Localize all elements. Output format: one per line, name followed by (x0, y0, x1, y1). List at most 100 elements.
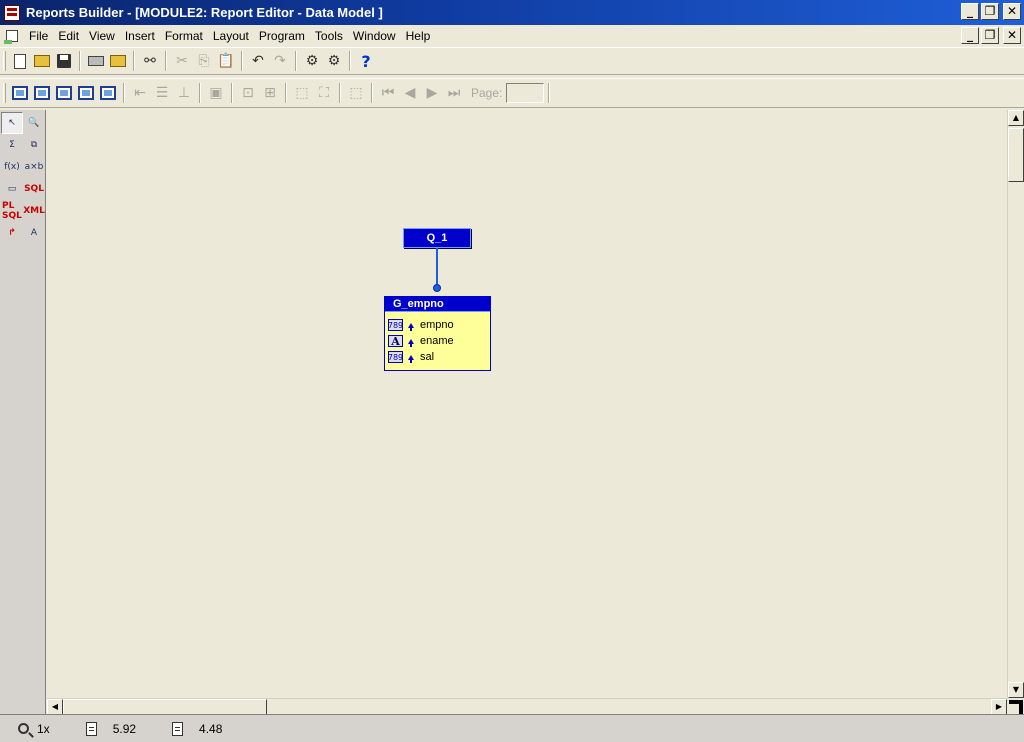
redo-button[interactable]: ↷ (269, 50, 291, 72)
minimize-button[interactable]: _ (961, 3, 979, 20)
open-button[interactable] (31, 50, 53, 72)
menu-window[interactable]: Window (348, 29, 401, 43)
x-position: 5.92 (112, 721, 137, 736)
number-column-icon: 789 (387, 319, 404, 331)
confine-button[interactable]: ⬚ (345, 82, 367, 104)
text-column-icon: A (388, 335, 403, 348)
mail-button[interactable] (107, 50, 129, 72)
align-bottom-button[interactable]: ⊥ (173, 82, 195, 104)
document-minimize-button[interactable]: _ (961, 27, 979, 44)
plsql-query-tool[interactable]: PL SQL (1, 200, 23, 222)
menu-layout[interactable]: Layout (208, 29, 254, 43)
page-number-input[interactable] (506, 83, 545, 103)
bring-to-front-button[interactable]: ▣ (205, 82, 227, 104)
align-left-button[interactable]: ⇤ (129, 82, 151, 104)
menu-program[interactable]: Program (254, 29, 310, 43)
toolbar-grip[interactable] (3, 51, 6, 71)
menu-format[interactable]: Format (160, 29, 208, 43)
magnify-tool[interactable]: 🔍 (23, 112, 45, 134)
sql-query-tool[interactable]: SQL (23, 178, 45, 200)
data-model-icon (12, 86, 28, 100)
size-objects-button[interactable]: ⛶ (313, 82, 335, 104)
help-button[interactable]: ? (355, 50, 377, 72)
scroll-right-button[interactable]: ▶ (991, 699, 1007, 715)
toolbar-separator (199, 83, 201, 103)
query-group-link[interactable] (436, 248, 438, 286)
print-button[interactable] (85, 50, 107, 72)
select-tool-icon: ↖ (8, 118, 16, 128)
scroll-up-button[interactable]: ▲ (1008, 110, 1024, 126)
document-close-button[interactable]: ✕ (1003, 27, 1021, 44)
frame-select-button[interactable]: ⬚ (291, 82, 313, 104)
web-source-view-button[interactable] (31, 82, 53, 104)
group-button[interactable]: ⊡ (237, 82, 259, 104)
group-column-row[interactable]: A ename (388, 333, 490, 349)
new-document-icon (14, 53, 26, 69)
paste-button[interactable]: 📋 (215, 50, 237, 72)
close-button[interactable]: ✕ (1003, 3, 1021, 20)
data-model-view-button[interactable] (9, 82, 31, 104)
previous-page-button[interactable]: ◀ (399, 82, 421, 104)
menu-help[interactable]: Help (401, 29, 436, 43)
paper-layout-view-button[interactable] (53, 82, 75, 104)
scroll-left-button[interactable]: ◀ (47, 699, 63, 715)
text-query-tool[interactable]: A (23, 222, 45, 244)
menu-file[interactable]: File (24, 29, 53, 43)
document-control-icon[interactable] (4, 28, 20, 44)
toolbar-separator (123, 83, 125, 103)
toolbar-grip[interactable] (3, 83, 6, 103)
last-page-button[interactable]: ⏭ (443, 82, 465, 104)
toolbar-separator (295, 51, 297, 71)
menu-view[interactable]: View (84, 29, 120, 43)
ref-cursor-tool[interactable]: ↱ (1, 222, 23, 244)
reports-builder-app-icon[interactable] (4, 4, 20, 21)
menu-insert[interactable]: Insert (120, 29, 160, 43)
horizontal-scrollbar[interactable]: ◀ ▶ (47, 698, 1007, 715)
align-center-button[interactable]: ☰ (151, 82, 173, 104)
paper-design-view-button[interactable] (75, 82, 97, 104)
link-anchor[interactable] (433, 284, 441, 292)
run-paper-design-button[interactable]: ⚙ (301, 50, 323, 72)
undo-button[interactable]: ↶ (247, 50, 269, 72)
vertical-scroll-thumb[interactable] (1008, 128, 1024, 182)
data-link-tool[interactable]: ⧉ (23, 134, 45, 156)
connect-button[interactable]: ⚯ (139, 50, 161, 72)
restore-button[interactable]: ❐ (981, 3, 999, 20)
placeholder-column-tool[interactable]: a×b (23, 156, 45, 178)
open-folder-icon (34, 55, 50, 67)
next-page-button[interactable]: ▶ (421, 82, 443, 104)
horizontal-scroll-thumb[interactable] (63, 699, 267, 715)
y-position: 4.48 (199, 721, 223, 736)
formula-column-tool[interactable]: f(x) (1, 156, 23, 178)
window-title: Reports Builder - [MODULE2: Report Edito… (26, 5, 383, 20)
summary-column-tool[interactable]: Σ (1, 134, 23, 156)
group-title[interactable]: G_empno (385, 297, 490, 312)
save-button[interactable] (53, 50, 75, 72)
run-web-gear-icon: ⚙ (327, 53, 341, 69)
query-object[interactable]: Q_1 (403, 228, 471, 248)
ungroup-button[interactable]: ⊞ (259, 82, 281, 104)
group-column-row[interactable]: 789 empno (388, 317, 490, 333)
document-restore-button[interactable]: ❐ (981, 27, 999, 44)
break-order-arrow-icon (408, 322, 414, 331)
column-name: empno (420, 319, 454, 331)
vertical-scrollbar[interactable]: ▲ ▼ (1007, 110, 1024, 698)
scroll-down-button[interactable]: ▼ (1008, 682, 1024, 698)
menu-edit[interactable]: Edit (53, 29, 84, 43)
parameter-form-view-button[interactable] (97, 82, 119, 104)
cross-product-tool[interactable]: ▭ (1, 178, 23, 200)
first-page-button[interactable]: ⏮ (377, 82, 399, 104)
run-web-layout-button[interactable]: ⚙ (323, 50, 345, 72)
last-page-icon: ⏭ (447, 85, 461, 101)
paper-layout-icon (56, 86, 72, 100)
data-model-canvas[interactable]: Q_1 G_empno 789 empno A ename 789 sal (47, 110, 1007, 698)
xml-query-tool[interactable]: XML (23, 200, 45, 222)
paper-design-icon (78, 86, 94, 100)
new-button[interactable] (9, 50, 31, 72)
group-object[interactable]: G_empno 789 empno A ename 789 sal (384, 296, 491, 371)
copy-button[interactable]: ⎘ (193, 50, 215, 72)
group-column-row[interactable]: 789 sal (388, 349, 490, 365)
menu-tools[interactable]: Tools (310, 29, 348, 43)
select-tool[interactable]: ↖ (1, 112, 23, 134)
cut-button[interactable]: ✂ (171, 50, 193, 72)
